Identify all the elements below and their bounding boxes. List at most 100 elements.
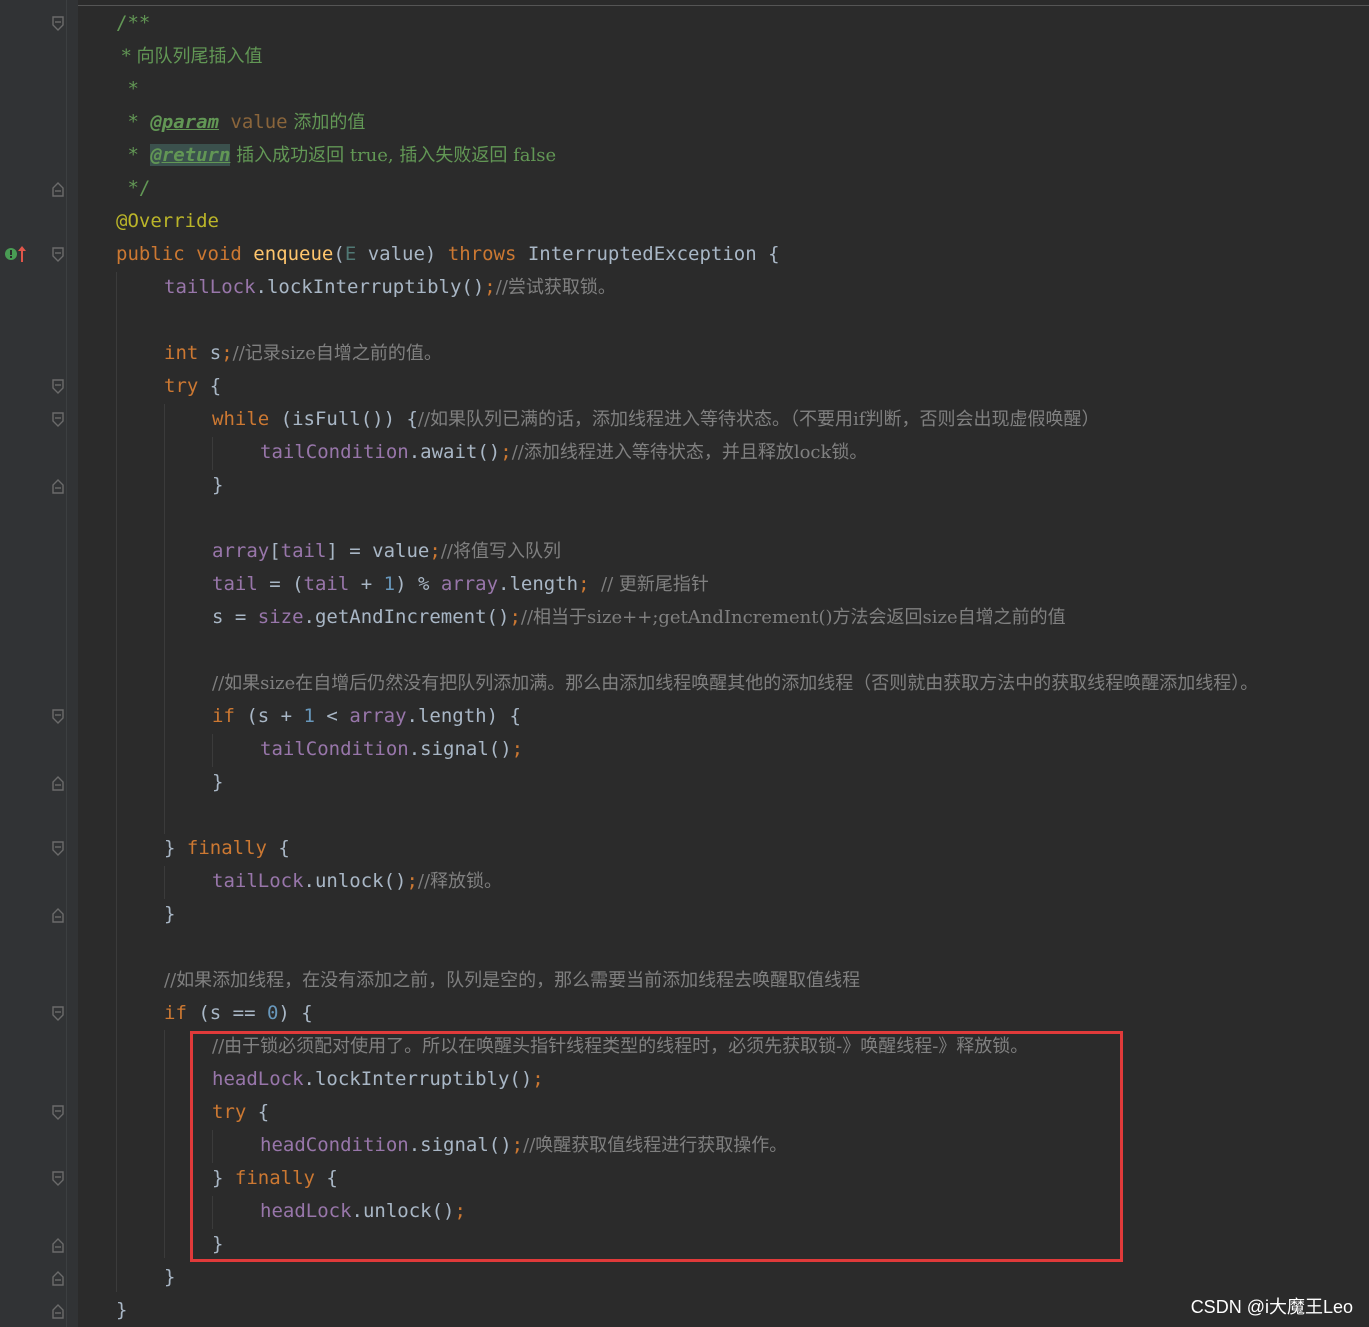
- keyword: throws: [447, 243, 517, 265]
- fold-icon[interactable]: [52, 478, 64, 494]
- doc-comment: 插入成功返回 true, 插入失败返回 false: [230, 145, 557, 166]
- code-text: .length) {: [406, 705, 521, 727]
- keyword: while: [212, 408, 270, 430]
- override-marker-icon[interactable]: [4, 244, 28, 264]
- code-text: }: [164, 837, 187, 859]
- keyword: finally: [186, 837, 267, 859]
- comment: //相当于size++;getAndIncrement()方法会返回size自增…: [520, 607, 1066, 628]
- code-text: value): [356, 243, 448, 265]
- code-line[interactable]: public void enqueue(E value) throws Inte…: [116, 238, 780, 271]
- code-line[interactable]: }: [116, 1294, 127, 1327]
- code-line[interactable]: * @return 插入成功返回 true, 插入失败返回 false: [116, 139, 556, 172]
- code-line[interactable]: array[tail] = value;//将值写入队列: [212, 535, 561, 568]
- comment: //将值写入队列: [440, 541, 561, 562]
- semicolon: ;: [509, 606, 521, 628]
- number-literal: 1: [303, 705, 315, 727]
- keyword: if: [212, 705, 235, 727]
- field: array: [349, 705, 407, 727]
- top-divider: [78, 5, 1369, 6]
- code-line[interactable]: if (s == 0) {: [164, 997, 313, 1030]
- fold-icon[interactable]: [52, 412, 64, 428]
- field: tailLock: [212, 870, 304, 892]
- code-text: {: [266, 837, 290, 859]
- fold-icon[interactable]: [52, 1006, 64, 1022]
- code-line[interactable]: }: [164, 898, 175, 931]
- code-line[interactable]: tailCondition.await();//添加线程进入等待状态，并且释放l…: [260, 436, 867, 469]
- comment: //添加线程进入等待状态，并且释放lock锁。: [511, 442, 868, 463]
- code-line[interactable]: tail = (tail + 1) % array.length; // 更新尾…: [212, 568, 709, 601]
- fold-icon[interactable]: [52, 247, 64, 263]
- code-text: .lockInterruptibly(): [255, 276, 485, 298]
- number-literal: 0: [266, 1002, 279, 1024]
- fold-icon[interactable]: [52, 1105, 64, 1121]
- code-line[interactable]: while (isFull()) {//如果队列已满的话，添加线程进入等待状态。…: [212, 403, 1099, 436]
- code-line[interactable]: */: [116, 172, 150, 205]
- comment: // 更新尾指针: [601, 574, 709, 595]
- fold-icon[interactable]: [52, 181, 64, 197]
- fold-icon[interactable]: [52, 16, 64, 32]
- watermark: CSDN @i大魔王Leo: [1190, 1297, 1353, 1317]
- code-text: .length: [498, 573, 579, 595]
- code-text: (isFull()) {: [269, 408, 418, 430]
- code-text: }: [116, 1299, 128, 1321]
- semicolon: ;: [511, 738, 524, 760]
- fold-icon[interactable]: [52, 1237, 64, 1253]
- method-name: enqueue: [253, 243, 334, 265]
- doc-comment: * 向队列尾插入值: [116, 46, 263, 67]
- code-line[interactable]: tailLock.lockInterruptibly();//尝试获取锁。: [164, 271, 616, 304]
- doc-tag: @return: [150, 144, 231, 166]
- keyword: if: [164, 1002, 187, 1024]
- code-text: ) {: [278, 1002, 313, 1024]
- code-line[interactable]: }: [164, 1261, 175, 1294]
- comment: //如果size在自增后仍然没有把队列添加满。那么由添加线程唤醒其他的添加线程（…: [212, 673, 1259, 694]
- code-line[interactable]: /**: [116, 7, 150, 40]
- code-line[interactable]: * @param value 添加的值: [116, 106, 365, 139]
- code-text: }: [212, 771, 224, 793]
- code-line[interactable]: * 向队列尾插入值: [116, 40, 263, 73]
- fold-icon[interactable]: [52, 907, 64, 923]
- code-line[interactable]: s = size.getAndIncrement();//相当于size++;g…: [212, 601, 1066, 634]
- code-text: +: [349, 573, 384, 595]
- code-line[interactable]: *: [116, 73, 138, 106]
- keyword: public void: [116, 243, 254, 265]
- code-text: s: [198, 342, 222, 364]
- code-line[interactable]: //如果size在自增后仍然没有把队列添加满。那么由添加线程唤醒其他的添加线程（…: [212, 667, 1258, 700]
- doc-comment: *: [116, 111, 151, 133]
- fold-icon[interactable]: [52, 1270, 64, 1286]
- semicolon: ;: [500, 441, 512, 463]
- fold-icon[interactable]: [52, 1303, 64, 1319]
- code-line[interactable]: //如果添加线程，在没有添加之前，队列是空的，那么需要当前添加线程去唤醒取值线程: [164, 964, 860, 997]
- code-text: = (: [257, 573, 304, 595]
- field: tailLock: [164, 276, 256, 298]
- field: size: [257, 606, 304, 628]
- code-text: (s ==: [186, 1002, 267, 1024]
- code-line[interactable]: }: [212, 766, 223, 799]
- fold-icon[interactable]: [52, 1171, 64, 1187]
- indent-guide: [212, 734, 213, 767]
- field: tail: [212, 573, 258, 595]
- field: tailCondition: [260, 738, 409, 760]
- code-line[interactable]: tailCondition.signal();: [260, 733, 523, 766]
- code-line[interactable]: if (s + 1 < array.length) {: [212, 700, 521, 733]
- keyword: int: [164, 342, 199, 364]
- fold-icon[interactable]: [52, 841, 64, 857]
- code-text: ] = value: [326, 540, 430, 562]
- fold-icon[interactable]: [52, 775, 64, 791]
- fold-icon[interactable]: [52, 709, 64, 725]
- code-text: {: [198, 375, 222, 397]
- code-line[interactable]: try {: [164, 370, 221, 403]
- field: array: [212, 540, 270, 562]
- semicolon: ;: [429, 540, 441, 562]
- comment: //如果队列已满的话，添加线程进入等待状态。（不要用if判断，否则会出现虚假唤醒…: [417, 409, 1100, 430]
- code-line[interactable]: }: [212, 469, 223, 502]
- code-text: .await(): [408, 441, 501, 463]
- code-text: ) %: [395, 573, 441, 595]
- code-line[interactable]: } finally {: [164, 832, 290, 865]
- code-line[interactable]: int s;//记录size自增之前的值。: [164, 337, 442, 370]
- code-line[interactable]: @Override: [116, 205, 219, 238]
- code-line[interactable]: tailLock.unlock();//释放锁。: [212, 865, 502, 898]
- gutter-separator: [66, 0, 67, 1327]
- code-text: s =: [212, 606, 258, 628]
- semicolon: ;: [578, 573, 602, 595]
- fold-icon[interactable]: [52, 379, 64, 395]
